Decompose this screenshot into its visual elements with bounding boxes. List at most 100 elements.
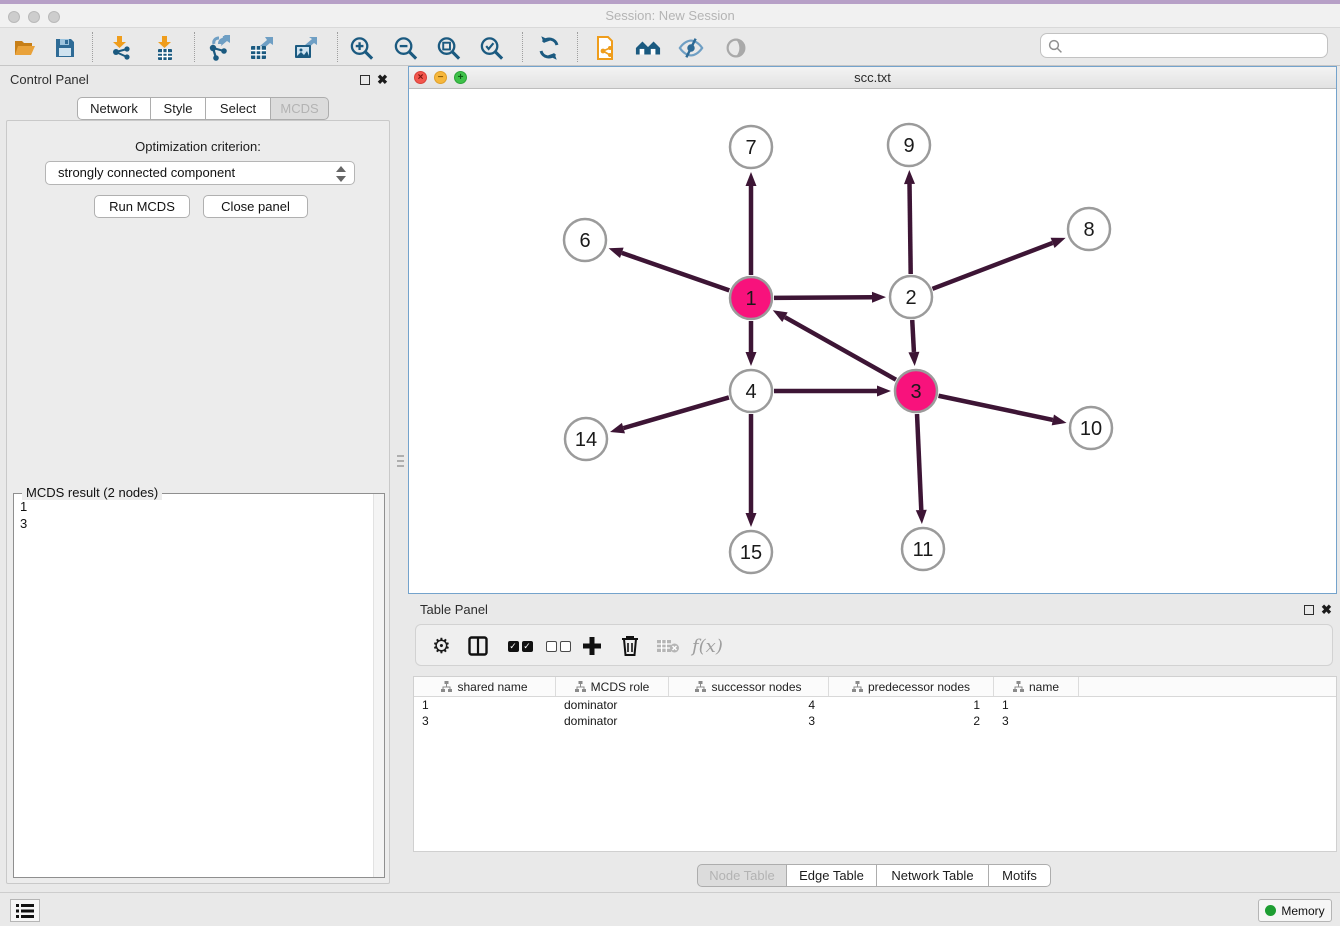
- criterion-dropdown[interactable]: strongly connected component: [45, 161, 355, 185]
- control-panel-title: Control Panel: [10, 72, 89, 87]
- task-history-button[interactable]: [10, 899, 40, 922]
- dropdown-stepper-icon: [336, 165, 346, 183]
- edge-2-3[interactable]: [912, 320, 914, 352]
- edge-arrowhead: [610, 423, 625, 434]
- table-cell: 1: [829, 697, 994, 713]
- column-header-MCDS-role[interactable]: MCDS role: [556, 677, 669, 696]
- mcds-result-box: MCDS result (2 nodes) 1 3: [13, 493, 385, 878]
- table-cell: 1: [414, 697, 556, 713]
- memory-button[interactable]: Memory: [1258, 899, 1332, 922]
- memory-status-icon: [1265, 905, 1276, 916]
- close-table-panel-icon[interactable]: ✖: [1321, 602, 1332, 618]
- open-file-icon[interactable]: [12, 35, 38, 61]
- toggle-visibility-icon[interactable]: [678, 35, 704, 61]
- import-table-icon[interactable]: [152, 35, 178, 61]
- edge-4-14[interactable]: [623, 397, 728, 428]
- tab-node-table[interactable]: Node Table: [697, 864, 787, 887]
- zoom-selected-icon[interactable]: [479, 35, 505, 61]
- edge-3-1[interactable]: [785, 317, 896, 380]
- column-header-shared-name[interactable]: shared name: [414, 677, 556, 696]
- tab-network[interactable]: Network: [77, 97, 151, 120]
- float-panel-icon[interactable]: [360, 75, 370, 85]
- import-network-icon[interactable]: [107, 35, 133, 61]
- tab-edge-table[interactable]: Edge Table: [787, 864, 877, 887]
- close-panel-button[interactable]: Close panel: [203, 195, 308, 218]
- edge-3-10[interactable]: [939, 396, 1053, 420]
- network-view-window: × − + scc.txt 1234678910111415: [408, 66, 1337, 594]
- table-cell: dominator: [556, 697, 669, 713]
- table-cell: 1: [994, 697, 1079, 713]
- export-network-icon[interactable]: [206, 35, 232, 61]
- tab-network-table[interactable]: Network Table: [877, 864, 989, 887]
- table-tabs: Node TableEdge TableNetwork TableMotifs: [408, 864, 1340, 887]
- zoom-out-icon[interactable]: [393, 35, 419, 61]
- table-cell: 4: [669, 697, 829, 713]
- duplicate-network-icon[interactable]: [592, 35, 618, 61]
- columns-icon[interactable]: [468, 633, 488, 659]
- deselect-all-icon[interactable]: [544, 633, 572, 659]
- select-all-icon[interactable]: ✓✓: [506, 633, 534, 659]
- network-graph-canvas[interactable]: 1234678910111415: [409, 89, 1336, 593]
- edge-arrowhead: [916, 510, 927, 524]
- edge-3-11[interactable]: [917, 414, 921, 510]
- float-table-panel-icon[interactable]: [1304, 605, 1314, 615]
- tab-select[interactable]: Select: [206, 97, 271, 120]
- status-bar: Memory: [0, 892, 1340, 926]
- mcds-result-title: MCDS result (2 nodes): [22, 485, 162, 500]
- eye-disabled-icon: [723, 35, 749, 61]
- table-panel-title: Table Panel: [420, 602, 488, 617]
- application-window: Session: New Session: [0, 0, 1340, 926]
- home-view-icon[interactable]: [635, 35, 661, 61]
- node-label: 7: [745, 137, 756, 159]
- table-cell: 3: [994, 713, 1079, 729]
- function-builder-icon: f(x): [692, 633, 723, 659]
- column-type-icon: [441, 681, 452, 692]
- table-row[interactable]: 1dominator411: [414, 697, 1336, 713]
- column-header-name[interactable]: name: [994, 677, 1079, 696]
- search-field[interactable]: [1040, 33, 1328, 58]
- node-label: 14: [575, 429, 597, 451]
- edge-arrowhead: [877, 386, 891, 397]
- edge-arrowhead: [1051, 238, 1066, 248]
- export-table-icon[interactable]: [249, 35, 275, 61]
- edge-arrowhead: [746, 513, 757, 527]
- refresh-icon[interactable]: [536, 35, 562, 61]
- zoom-in-icon[interactable]: [349, 35, 375, 61]
- tab-mcds[interactable]: MCDS: [271, 97, 329, 120]
- table-toolbar: ⚙ ✓✓ f(x): [415, 624, 1333, 666]
- search-icon: [1048, 39, 1063, 54]
- node-table[interactable]: shared nameMCDS rolesuccessor nodesprede…: [413, 676, 1337, 852]
- add-column-icon[interactable]: [582, 633, 602, 659]
- vertical-splitter-handle[interactable]: [397, 452, 404, 486]
- edge-2-9[interactable]: [910, 184, 911, 274]
- column-header-successor-nodes[interactable]: successor nodes: [669, 677, 829, 696]
- column-header-predecessor-nodes[interactable]: predecessor nodes: [829, 677, 994, 696]
- control-panel-tabs: NetworkStyleSelectMCDS: [77, 97, 329, 120]
- memory-label: Memory: [1281, 904, 1324, 918]
- table-settings-icon[interactable]: ⚙: [432, 633, 451, 659]
- table-cell: 3: [414, 713, 556, 729]
- node-label: 9: [903, 135, 914, 157]
- run-mcds-button[interactable]: Run MCDS: [94, 195, 190, 218]
- zoom-fit-icon[interactable]: [436, 35, 462, 61]
- network-window-titlebar[interactable]: × − + scc.txt: [409, 67, 1336, 89]
- table-cell: 2: [829, 713, 994, 729]
- delete-table-icon: [656, 633, 680, 659]
- search-input[interactable]: [1067, 36, 1322, 55]
- tab-motifs[interactable]: Motifs: [989, 864, 1051, 887]
- mcds-panel: Optimization criterion: strongly connect…: [6, 120, 390, 884]
- close-panel-icon[interactable]: ✖: [377, 72, 388, 88]
- edge-arrowhead: [746, 172, 757, 186]
- result-scrollbar[interactable]: [373, 494, 384, 877]
- save-session-icon[interactable]: [52, 35, 78, 61]
- list-icon: [16, 904, 34, 918]
- tab-style[interactable]: Style: [151, 97, 206, 120]
- export-image-icon[interactable]: [293, 35, 319, 61]
- edge-2-8[interactable]: [932, 243, 1052, 289]
- delete-column-icon[interactable]: [620, 633, 640, 659]
- title-bar: Session: New Session: [0, 4, 1340, 28]
- table-row[interactable]: 3dominator323: [414, 713, 1336, 729]
- edge-1-2[interactable]: [774, 297, 872, 298]
- column-type-icon: [852, 681, 863, 692]
- edge-1-6[interactable]: [622, 253, 729, 291]
